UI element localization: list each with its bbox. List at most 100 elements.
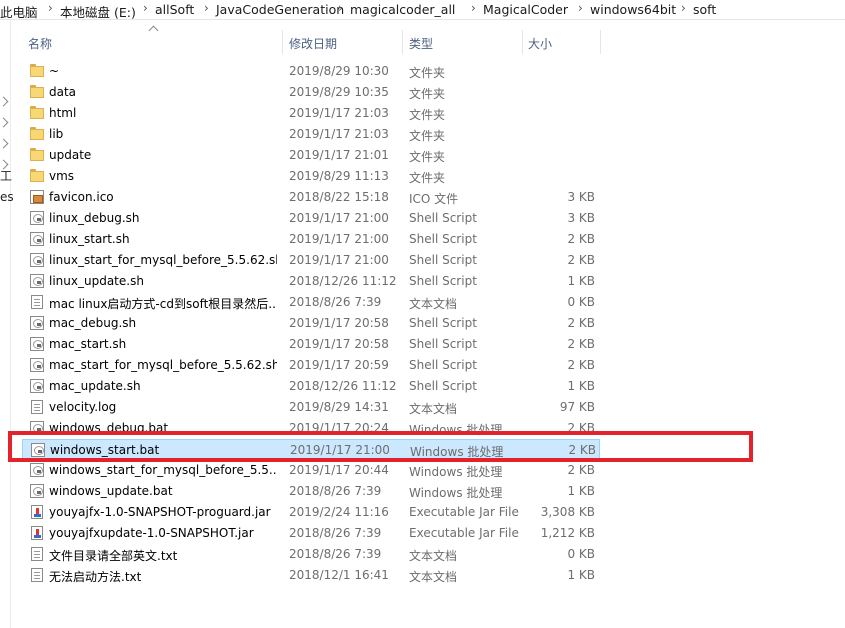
breadcrumb-item[interactable]: soft: [693, 2, 716, 17]
folder-icon: [30, 148, 44, 162]
column-header-size[interactable]: 大小: [528, 35, 552, 52]
breadcrumb-item[interactable]: windows64bit: [590, 2, 676, 17]
file-type: 文件夹: [409, 171, 446, 185]
column-divider[interactable]: [282, 30, 283, 54]
file-row[interactable]: update 2019/1/17 21:01 文件夹: [22, 145, 600, 166]
breadcrumb-chevron-icon[interactable]: ›: [471, 1, 476, 15]
file-row[interactable]: linux_debug.sh 2019/1/17 21:00 Shell Scrip…: [22, 208, 600, 229]
breadcrumb-item[interactable]: 此电脑: [0, 2, 38, 21]
file-row[interactable]: lib 2019/1/17 21:03 文件夹: [22, 124, 600, 145]
file-modified: 2019/8/29 11:13: [289, 169, 389, 183]
text-icon: [31, 547, 43, 561]
script-icon: [30, 316, 44, 330]
breadcrumb-item[interactable]: JavaCodeGeneration: [216, 2, 344, 17]
file-row[interactable]: vms 2019/8/29 11:13 文件夹: [22, 166, 600, 187]
file-type: Windows 批处理: [410, 445, 504, 459]
breadcrumb-chevron-icon[interactable]: ›: [681, 1, 686, 15]
script-icon: [30, 274, 44, 288]
file-modified: 2019/1/17 21:00: [289, 211, 389, 225]
file-row[interactable]: 无法启动方法.txt 2018/12/1 16:41 文本文档 1 KB: [22, 565, 600, 586]
column-divider[interactable]: [402, 30, 403, 54]
file-row[interactable]: windows_start_for_mysql_before_5.5... 201…: [22, 460, 600, 481]
file-name: mac linux启动方式-cd到soft根目录然后...: [49, 297, 277, 311]
file-type: 文本文档: [409, 297, 458, 311]
expand-chevron-icon[interactable]: [0, 96, 9, 107]
file-row[interactable]: windows_start.bat 2019/1/17 21:00 Windows …: [22, 439, 600, 460]
breadcrumb-chevron-icon[interactable]: ›: [204, 1, 209, 15]
file-row[interactable]: youyajfxupdate-1.0-SNAPSHOT.jar 2018/8/26…: [22, 523, 600, 544]
column-divider[interactable]: [522, 30, 523, 54]
breadcrumb-chevron-icon[interactable]: ›: [578, 1, 583, 15]
file-type: 文本文档: [409, 402, 458, 416]
file-row[interactable]: mac_debug.sh 2019/1/17 20:58 Shell Script 2…: [22, 313, 600, 334]
file-type: Windows 批处理: [409, 465, 503, 479]
file-modified: 2019/1/17 20:44: [289, 463, 389, 477]
breadcrumb-item[interactable]: allSoft: [155, 2, 194, 17]
file-row[interactable]: data 2019/8/29 10:35 文件夹: [22, 82, 600, 103]
file-name: ~: [49, 64, 60, 78]
file-row[interactable]: windows_debug.bat 2019/1/17 20:24 Windows …: [22, 418, 600, 439]
breadcrumb-chevron-icon[interactable]: ›: [143, 1, 148, 15]
file-size: 3 KB: [567, 211, 595, 225]
file-name: youyajfx-1.0-SNAPSHOT-proguard.jar: [49, 505, 271, 519]
file-type: Windows 批处理: [409, 486, 503, 500]
file-row[interactable]: mac linux启动方式-cd到soft根目录然后... 2018/8/26 7…: [22, 292, 600, 313]
file-row[interactable]: linux_update.sh 2018/12/26 11:12 Shell Scr…: [22, 271, 600, 292]
script-icon: [31, 443, 45, 457]
file-row[interactable]: linux_start_for_mysql_before_5.5.62.sh 20…: [22, 250, 600, 271]
folder-icon: [30, 127, 44, 141]
file-modified: 2019/1/17 21:00: [289, 232, 389, 246]
column-header-row: 名称 修改日期 类型 大小: [22, 25, 845, 54]
file-row[interactable]: mac_start_for_mysql_before_5.5.62.sh 2019…: [22, 355, 600, 376]
file-row[interactable]: html 2019/1/17 21:03 文件夹: [22, 103, 600, 124]
file-name: linux_update.sh: [49, 274, 144, 288]
file-name: linux_start.sh: [49, 232, 130, 246]
file-row[interactable]: 文件目录请全部英文.txt 2018/8/26 7:39 文本文档 0 KB: [22, 544, 600, 565]
folder-icon: [30, 106, 44, 120]
file-type: Windows 批处理: [409, 423, 503, 437]
expand-chevron-icon[interactable]: [0, 117, 9, 128]
file-row[interactable]: favicon.ico 2018/8/22 15:18 ICO 文件 3 KB: [22, 187, 600, 208]
nav-item-fragment[interactable]: 工: [0, 167, 12, 184]
file-row[interactable]: youyajfx-1.0-SNAPSHOT-proguard.jar 2019/2…: [22, 502, 600, 523]
nav-item-fragment[interactable]: es: [0, 190, 14, 204]
file-type: 文件夹: [409, 150, 446, 164]
file-name: lib: [49, 127, 64, 141]
breadcrumb-item[interactable]: magicalcoder_all: [350, 2, 455, 17]
breadcrumb-chevron-icon[interactable]: ›: [338, 1, 343, 15]
folder-icon: [30, 169, 44, 183]
file-size: 3,308 KB: [540, 505, 595, 519]
file-row[interactable]: linux_start.sh 2019/1/17 21:00 Shell Scrip…: [22, 229, 600, 250]
file-modified: 2019/2/24 11:16: [289, 505, 389, 519]
file-type: 文本文档: [409, 570, 458, 584]
file-row[interactable]: ~2019/8/29 10:30 文件夹: [22, 61, 600, 82]
file-row[interactable]: mac_update.sh 2018/12/26 11:12 Shell Scrip…: [22, 376, 600, 397]
script-icon: [30, 232, 44, 246]
jar-icon: [31, 526, 43, 540]
script-icon: [30, 337, 44, 351]
breadcrumb-item[interactable]: MagicalCoder: [483, 2, 568, 17]
column-header-name[interactable]: 名称: [28, 35, 52, 52]
file-row[interactable]: windows_update.bat 2018/8/26 7:39 Windows …: [22, 481, 600, 502]
file-modified: 2019/1/17 21:00: [289, 253, 389, 267]
file-modified: 2019/8/29 14:31: [289, 400, 389, 414]
file-modified: 2018/8/26 7:39: [289, 484, 382, 498]
file-row[interactable]: velocity.log 2019/8/29 14:31 文本文档 97 KB: [22, 397, 600, 418]
file-modified: 2018/8/26 7:39: [289, 295, 382, 309]
file-modified: 2019/1/17 21:01: [289, 148, 389, 162]
file-size: 2 KB: [567, 232, 595, 246]
breadcrumb-chevron-icon[interactable]: ›: [48, 1, 53, 15]
breadcrumb-item[interactable]: 本地磁盘 (E:): [60, 2, 136, 21]
file-name: mac_start_for_mysql_before_5.5.62.sh: [49, 358, 277, 372]
file-size: 1,212 KB: [540, 526, 595, 540]
file-name: favicon.ico: [49, 190, 114, 204]
file-name: linux_debug.sh: [49, 211, 140, 225]
expand-chevron-icon[interactable]: [0, 138, 9, 149]
column-divider[interactable]: [600, 30, 601, 54]
file-type: 文件夹: [409, 108, 446, 122]
file-size: 2 KB: [567, 463, 595, 477]
file-row[interactable]: mac_start.sh 2019/1/17 20:58 Shell Script 2…: [22, 334, 600, 355]
column-header-type[interactable]: 类型: [409, 35, 433, 52]
file-name: mac_start.sh: [49, 337, 127, 351]
column-header-modified[interactable]: 修改日期: [289, 35, 337, 52]
